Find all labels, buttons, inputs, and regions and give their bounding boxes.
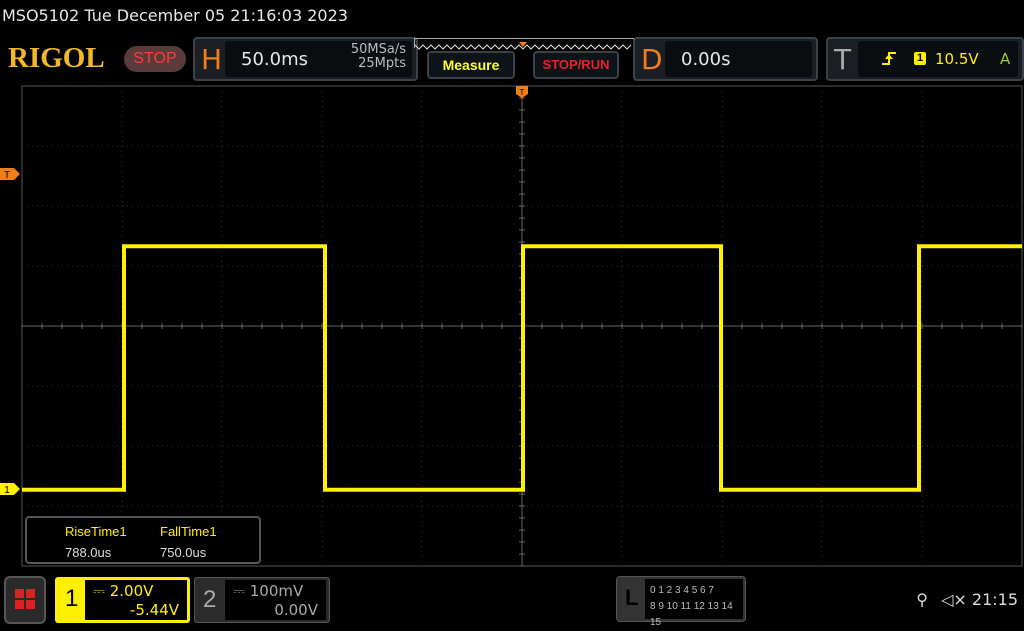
measure-name: FallTime1 [160,524,217,539]
mute-icon[interactable]: ◁× [941,590,967,609]
timebase-value: 50.0ms [241,49,308,70]
trigger-mode: A [1000,50,1011,68]
measure-value: 750.0us [160,545,207,560]
usb-icon: ⚲ [916,590,928,609]
measure-name: RiseTime1 [65,524,127,539]
stop-run-button[interactable]: STOP/RUN [533,51,619,79]
horizontal-panel[interactable]: H 50.0ms 50MSa/s 25Mpts [193,37,418,81]
trigger-level-marker: T [0,168,20,181]
channel2-offset: 0.00V [274,601,318,619]
logic-channels-row2: 8 9 10 11 12 13 14 15 [650,601,733,628]
dc-coupling-icon: ⎓ [233,582,250,600]
acquisition-info: 50MSa/s 25Mpts [351,43,406,71]
window-title: MSO5102 Tue December 05 21:16:03 2023 [2,6,348,25]
rising-edge-icon [882,52,896,65]
sample-rate: 50MSa/s [350,42,406,57]
measurement-panel: RiseTime1 FallTime1 788.0us 750.0us [25,516,261,564]
trigger-position-label: T [520,88,525,97]
channel2-number: 2 [203,586,217,613]
waveform-display[interactable]: T T 1 [0,84,1024,570]
logic-channels-row1: 0 1 2 3 4 5 6 7 [650,585,714,596]
trigger-level: 10.5V [935,50,979,68]
delay-panel[interactable]: D 0.00s [633,37,818,81]
channel1-scale: ⎓ 2.00V [93,582,154,600]
horizontal-label: H [201,43,223,76]
channel1-ground-marker: 1 [0,483,20,496]
clock: 21:15 [971,590,1018,609]
channel2-scale: ⎓ 100mV [233,582,304,600]
measure-button[interactable]: Measure [427,51,515,79]
measure-value: 788.0us [65,545,112,560]
channel1-waveform [22,244,1022,492]
memory-position-bar [414,38,634,50]
memory-depth: 25Mpts [358,56,406,71]
run-state-badge: STOP [124,46,186,72]
main-menu-button[interactable] [4,576,46,624]
logic-analyzer-panel[interactable]: L 0 1 2 3 4 5 6 7 8 9 10 11 12 13 14 15 [616,576,746,628]
trigger-level-label: T [4,170,10,181]
delay-label: D [641,43,663,76]
channel2-panel[interactable]: 2 ⎓ 100mV 0.00V [194,577,330,623]
logic-label: L [625,585,639,610]
trigger-panel[interactable]: T 1 10.5V A [826,37,1024,81]
trigger-source: 1 [914,52,926,65]
delay-value: 0.00s [681,49,731,70]
rigol-logo: RIGOL [8,42,105,74]
channel1-marker-label: 1 [4,485,10,496]
channel1-number: 1 [65,585,79,612]
trigger-label: T [834,43,852,76]
menu-grid-icon [15,589,35,609]
status-bar: ⚲ ◁× 21:15 [916,590,1018,609]
channel1-panel[interactable]: 1 ⎓ 2.00V -5.44V [55,577,190,623]
trigger-position-marker: T [516,86,528,98]
dc-coupling-icon: ⎓ [93,582,110,600]
channel1-offset: -5.44V [129,601,179,619]
